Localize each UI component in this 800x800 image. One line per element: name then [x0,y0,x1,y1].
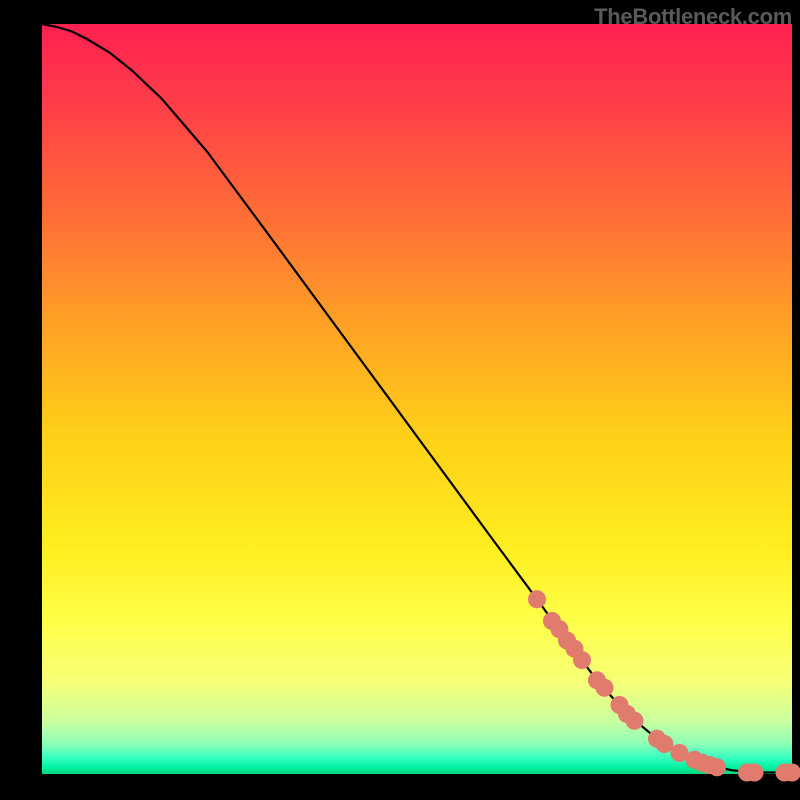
watermark-text: TheBottleneck.com [594,4,792,30]
chart-frame: TheBottleneck.com [0,0,800,800]
scatter-point [746,764,764,782]
scatter-point [596,679,614,697]
scatter-point [656,735,674,753]
plot-area [42,24,792,774]
scatter-point [708,758,726,776]
main-curve [42,24,792,773]
scatter-point [626,712,644,730]
scatter-point [573,651,591,669]
scatter-point [528,590,546,608]
scatter-points [528,590,800,781]
chart-overlay [42,24,792,774]
